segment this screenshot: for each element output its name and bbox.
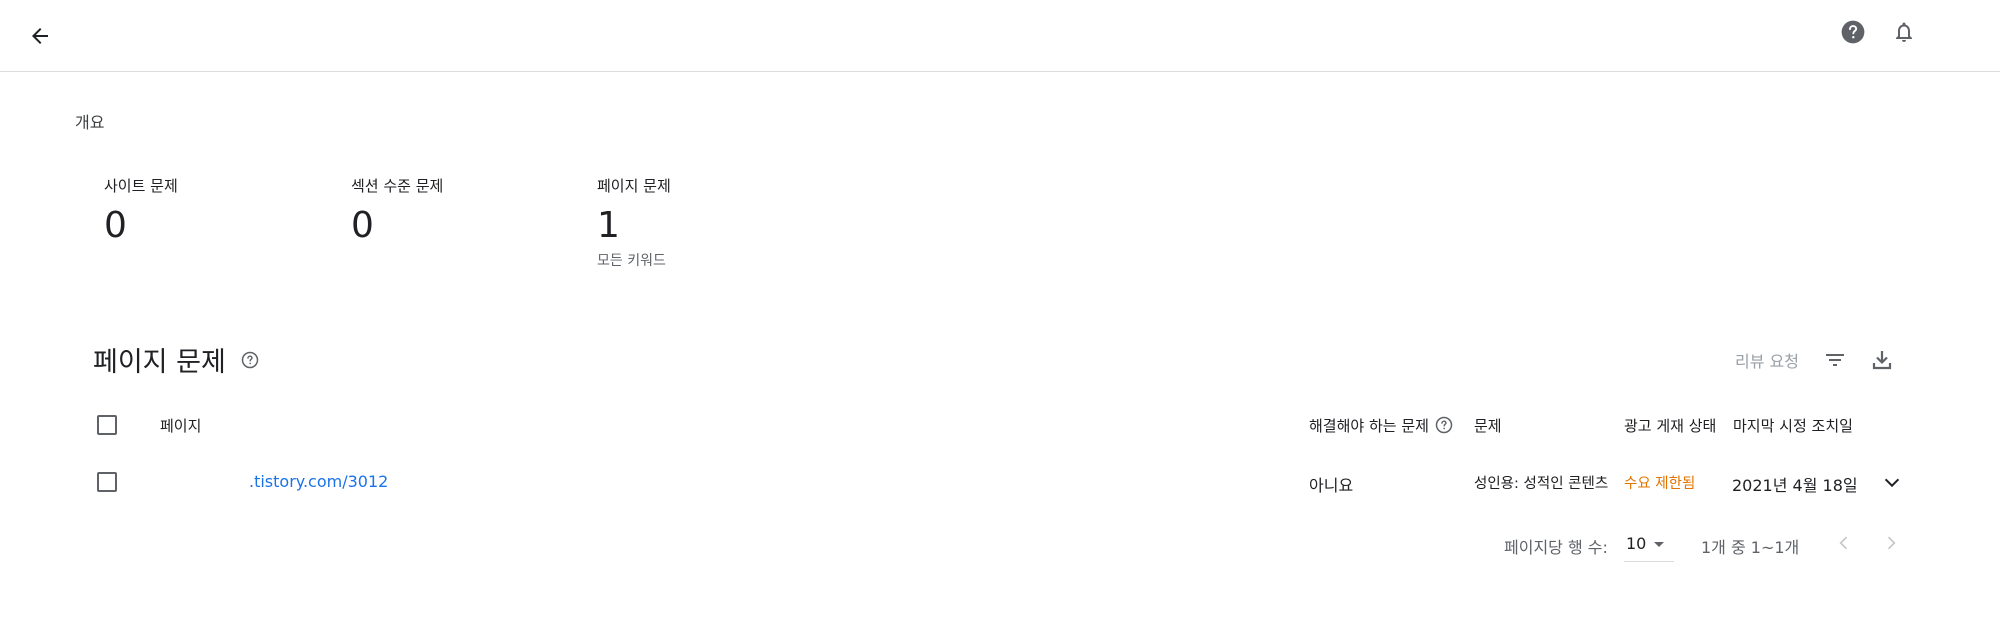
next-page-button[interactable] xyxy=(1878,528,1904,558)
section-issues-stat: 섹션 수준 문제 0 xyxy=(351,175,443,246)
bell-icon xyxy=(1896,22,1912,42)
filter-button[interactable] xyxy=(1821,347,1849,373)
page-url-link[interactable]: .tistory.com/3012 xyxy=(249,472,388,491)
chevron-right-icon xyxy=(1887,536,1896,550)
issue-cell: 성인용: 성적인 콘텐츠 xyxy=(1474,476,1609,492)
pagination-range: 1개 중 1~1개 xyxy=(1701,538,1800,557)
stat-value: 0 xyxy=(351,205,374,246)
page-issues-title: 페이지 문제 xyxy=(93,347,226,378)
column-header-ad-serving: 광고 게재 상태 xyxy=(1624,417,1717,435)
download-button[interactable] xyxy=(1868,346,1896,374)
must-fix-help-button[interactable] xyxy=(1434,415,1454,435)
ad-serving-status: 수요 제한됨 xyxy=(1624,476,1696,492)
help-circle-icon xyxy=(1841,20,1865,44)
column-header-page: 페이지 xyxy=(160,417,202,435)
request-review-button[interactable]: 리뷰 요청 xyxy=(1735,348,1799,372)
site-issues-stat: 사이트 문제 0 xyxy=(104,175,178,246)
filter-icon xyxy=(1826,354,1844,366)
page-issues-stat: 페이지 문제 1 모든 키워드 xyxy=(597,175,671,270)
must-fix-cell: 아니요 xyxy=(1309,476,1354,495)
stat-sublabel: 모든 키워드 xyxy=(597,253,666,269)
notifications-button[interactable] xyxy=(1889,17,1919,47)
stat-label: 섹션 수준 문제 xyxy=(351,177,444,195)
page-issues-help-button[interactable] xyxy=(240,350,260,370)
chevron-down-icon xyxy=(1884,478,1900,488)
dropdown-caret-icon xyxy=(1654,542,1664,547)
rows-per-page-select[interactable]: 10 xyxy=(1624,528,1674,562)
top-app-bar xyxy=(0,0,2000,72)
stat-value: 1 xyxy=(597,205,620,246)
rows-per-page-label: 페이지당 행 수: xyxy=(1504,538,1608,557)
stat-label: 사이트 문제 xyxy=(104,177,178,195)
help-outline-icon xyxy=(241,351,259,369)
stat-label: 페이지 문제 xyxy=(597,177,671,195)
column-header-must-fix: 해결해야 하는 문제 xyxy=(1309,417,1429,435)
back-button[interactable] xyxy=(22,18,58,54)
stat-value: 0 xyxy=(104,205,127,246)
help-outline-icon xyxy=(1435,416,1453,434)
chevron-left-icon xyxy=(1839,536,1848,550)
previous-page-button[interactable] xyxy=(1831,528,1857,558)
rows-per-page-value: 10 xyxy=(1626,534,1647,553)
download-icon xyxy=(1872,351,1892,370)
last-action-date: 2021년 4월 18일 xyxy=(1732,476,1858,495)
row-checkbox[interactable] xyxy=(97,472,117,492)
overview-label: 개요 xyxy=(75,113,105,132)
help-button[interactable] xyxy=(1838,17,1868,47)
select-all-checkbox[interactable] xyxy=(97,415,117,435)
column-header-issue: 문제 xyxy=(1474,417,1502,435)
expand-row-button[interactable] xyxy=(1877,468,1907,498)
column-header-last-action: 마지막 시정 조치일 xyxy=(1733,417,1853,435)
arrow-back-icon xyxy=(32,28,48,44)
